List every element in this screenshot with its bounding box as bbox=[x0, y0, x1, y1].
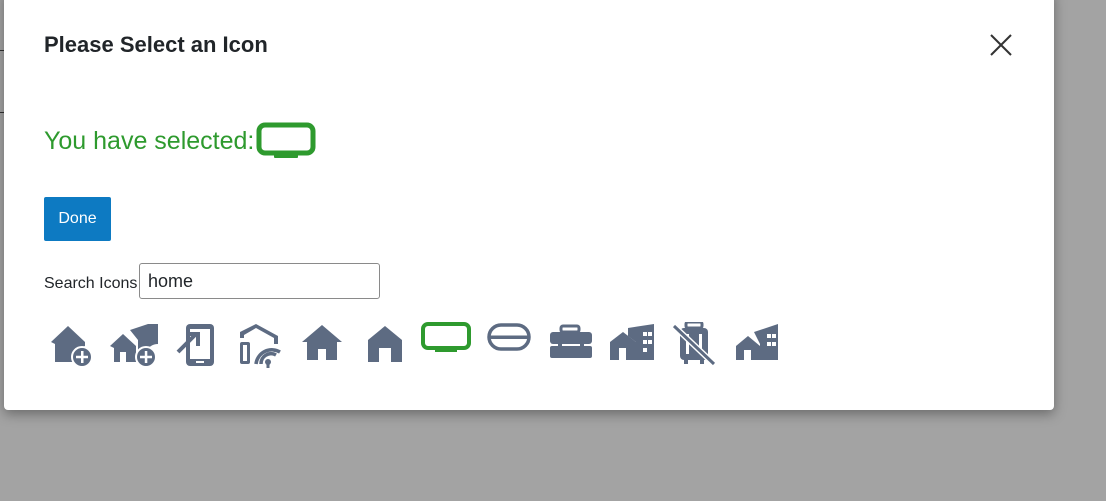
search-label: Search Icons bbox=[44, 275, 138, 292]
luggage-slash-icon[interactable] bbox=[668, 322, 722, 370]
modal-title: Please Select an Icon bbox=[44, 32, 268, 57]
selected-indicator: You have selected: bbox=[44, 122, 316, 160]
tv-icon bbox=[256, 122, 316, 160]
icon-picker-modal: Please Select an Icon You have selected:… bbox=[4, 0, 1054, 410]
house-signal-icon[interactable] bbox=[234, 322, 288, 370]
done-button[interactable]: Done bbox=[44, 197, 111, 241]
capsule-icon[interactable] bbox=[482, 322, 536, 370]
building-house-icon[interactable] bbox=[606, 322, 660, 370]
houses-circle-plus-icon[interactable] bbox=[110, 322, 164, 370]
selected-label: You have selected: bbox=[44, 126, 255, 155]
toolbox-icon[interactable] bbox=[544, 322, 598, 370]
house-circle-plus-icon[interactable] bbox=[48, 322, 102, 370]
tv-icon[interactable] bbox=[420, 322, 474, 370]
home-icon[interactable] bbox=[296, 322, 350, 370]
close-icon[interactable] bbox=[988, 32, 1014, 58]
mobile-arrow-in-icon[interactable] bbox=[172, 322, 226, 370]
city-house-icon[interactable] bbox=[730, 322, 784, 370]
home-outline-icon[interactable] bbox=[358, 322, 412, 370]
search-input[interactable] bbox=[139, 263, 380, 299]
